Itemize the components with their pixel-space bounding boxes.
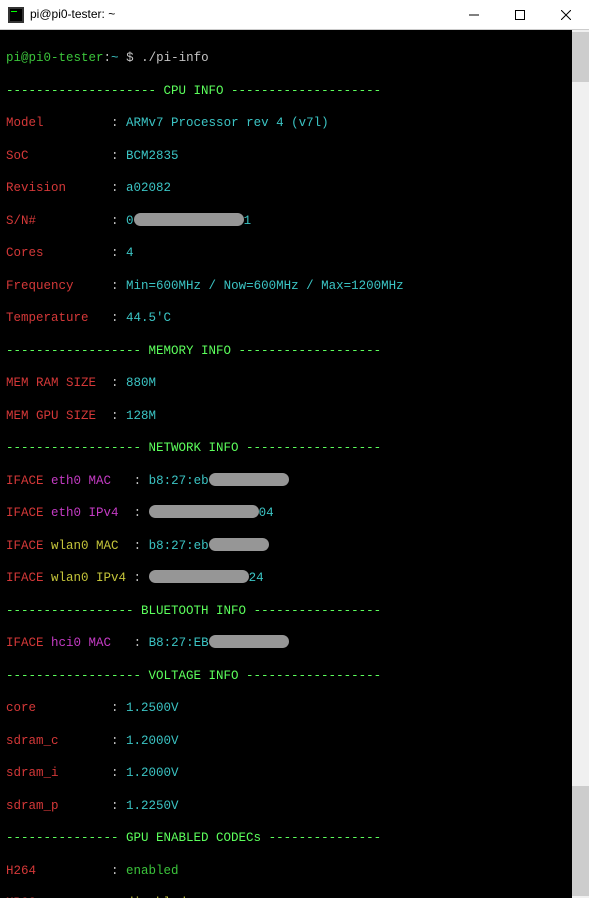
label-temp: Temperature (6, 311, 89, 325)
label-iface: IFACE (6, 474, 44, 488)
row-soc: SoC : BCM2835 (6, 148, 565, 164)
section-network: ------------------ NETWORK INFO --------… (6, 440, 565, 456)
value-vsdc: 1.2000V (126, 734, 179, 748)
row-sn: S/N# : 01 (6, 213, 565, 229)
section-gpu: --------------- GPU ENABLED CODECs -----… (6, 830, 565, 846)
section-bluetooth-label: BLUETOOTH INFO (141, 604, 246, 618)
label-iface: IFACE (6, 506, 44, 520)
value-vsdp: 1.2250V (126, 799, 179, 813)
redacted-icon (209, 635, 289, 648)
label-ram: MEM RAM SIZE (6, 376, 96, 390)
label-wlan-mac: wlan0 MAC (51, 539, 119, 553)
row-revision: Revision : a02082 (6, 180, 565, 196)
window-title: pi@pi0-tester: ~ (30, 7, 451, 23)
row-gpuram: MEM GPU SIZE : 128M (6, 408, 565, 424)
redacted-icon (134, 213, 244, 226)
prompt-dollar: $ (119, 51, 142, 65)
section-network-label: NETWORK INFO (149, 441, 239, 455)
label-vsdp: sdram_p (6, 799, 59, 813)
value-eth-ip: 04 (259, 506, 274, 520)
label-vsdc: sdram_c (6, 734, 59, 748)
row-eth-mac: IFACE eth0 MAC : b8:27:eb (6, 473, 565, 489)
redacted-icon (149, 505, 259, 518)
label-sn: S/N# (6, 214, 36, 228)
label-eth-ip: eth0 IPv4 (51, 506, 119, 520)
value-cores: 4 (126, 246, 134, 260)
value-freq: Min=600MHz / Now=600MHz / Max=1200MHz (126, 279, 404, 293)
row-h264: H264 : enabled (6, 863, 565, 879)
label-eth-mac: eth0 MAC (51, 474, 111, 488)
label-freq: Frequency (6, 279, 74, 293)
value-sn-prefix: 0 (126, 214, 134, 228)
row-hci-mac: IFACE hci0 MAC : B8:27:EB (6, 635, 565, 651)
terminal-pane[interactable]: pi@pi0-tester:~ $ ./pi-info ------------… (0, 30, 589, 898)
value-temp: 44.5'C (126, 311, 171, 325)
window-controls (451, 0, 589, 30)
prompt-line: pi@pi0-tester:~ $ ./pi-info (6, 50, 565, 66)
row-cores: Cores : 4 (6, 245, 565, 261)
label-h264: H264 (6, 864, 36, 878)
section-memory-label: MEMORY INFO (149, 344, 232, 358)
row-freq: Frequency : Min=600MHz / Now=600MHz / Ma… (6, 278, 565, 294)
row-temp: Temperature : 44.5'C (6, 310, 565, 326)
row-wlan-mac: IFACE wlan0 MAC : b8:27:eb (6, 538, 565, 554)
label-wlan-ip: wlan0 IPv4 (51, 571, 126, 585)
minimize-button[interactable] (451, 0, 497, 30)
value-vsdi: 1.2000V (126, 766, 179, 780)
value-wlan-mac: b8:27:eb (149, 539, 209, 553)
prompt-colon: : (104, 51, 112, 65)
value-vcore: 1.2500V (126, 701, 179, 715)
close-button[interactable] (543, 0, 589, 30)
prompt-path: ~ (111, 51, 119, 65)
value-eth-mac: b8:27:eb (149, 474, 209, 488)
row-v-sdc: sdram_c : 1.2000V (6, 733, 565, 749)
prompt-userhost: pi@pi0-tester (6, 51, 104, 65)
window-titlebar: pi@pi0-tester: ~ (0, 0, 589, 30)
row-model: Model : ARMv7 Processor rev 4 (v7l) (6, 115, 565, 131)
section-memory: ------------------ MEMORY INFO ---------… (6, 343, 565, 359)
value-model: ARMv7 Processor rev 4 (v7l) (126, 116, 329, 130)
section-cpu-label: CPU INFO (164, 84, 224, 98)
section-gpu-label: GPU ENABLED CODECs (126, 831, 261, 845)
app-icon (8, 7, 24, 23)
label-model: Model (6, 116, 44, 130)
label-vcore: core (6, 701, 36, 715)
row-wlan-ip: IFACE wlan0 IPv4 : 24 (6, 570, 565, 586)
redacted-icon (209, 473, 289, 486)
row-eth-ip: IFACE eth0 IPv4 : 04 (6, 505, 565, 521)
value-hci-mac: B8:27:EB (149, 636, 209, 650)
prompt-command: ./pi-info (141, 51, 209, 65)
value-h264: enabled (126, 864, 179, 878)
section-voltage-label: VOLTAGE INFO (149, 669, 239, 683)
label-cores: Cores (6, 246, 44, 260)
label-revision: Revision (6, 181, 66, 195)
row-v-sdi: sdram_i : 1.2000V (6, 765, 565, 781)
section-voltage: ------------------ VOLTAGE INFO --------… (6, 668, 565, 684)
value-soc: BCM2835 (126, 149, 179, 163)
row-ram: MEM RAM SIZE : 880M (6, 375, 565, 391)
label-iface: IFACE (6, 571, 44, 585)
colon: : (104, 116, 127, 130)
value-ram: 880M (126, 376, 156, 390)
label-hci-mac: hci0 MAC (51, 636, 111, 650)
label-gpuram: MEM GPU SIZE (6, 409, 96, 423)
maximize-button[interactable] (497, 0, 543, 30)
row-v-core: core : 1.2500V (6, 700, 565, 716)
section-bluetooth: ----------------- BLUETOOTH INFO -------… (6, 603, 565, 619)
redacted-icon (149, 570, 249, 583)
label-iface: IFACE (6, 636, 44, 650)
label-vsdi: sdram_i (6, 766, 59, 780)
redacted-icon (209, 538, 269, 551)
section-cpu: -------------------- CPU INFO ----------… (6, 83, 565, 99)
row-v-sdp: sdram_p : 1.2250V (6, 798, 565, 814)
label-iface: IFACE (6, 539, 44, 553)
value-wlan-ip: 24 (249, 571, 264, 585)
terminal-output: pi@pi0-tester:~ $ ./pi-info ------------… (6, 34, 583, 898)
value-sn-suffix: 1 (244, 214, 252, 228)
value-revision: a02082 (126, 181, 171, 195)
label-soc: SoC (6, 149, 29, 163)
value-gpuram: 128M (126, 409, 156, 423)
